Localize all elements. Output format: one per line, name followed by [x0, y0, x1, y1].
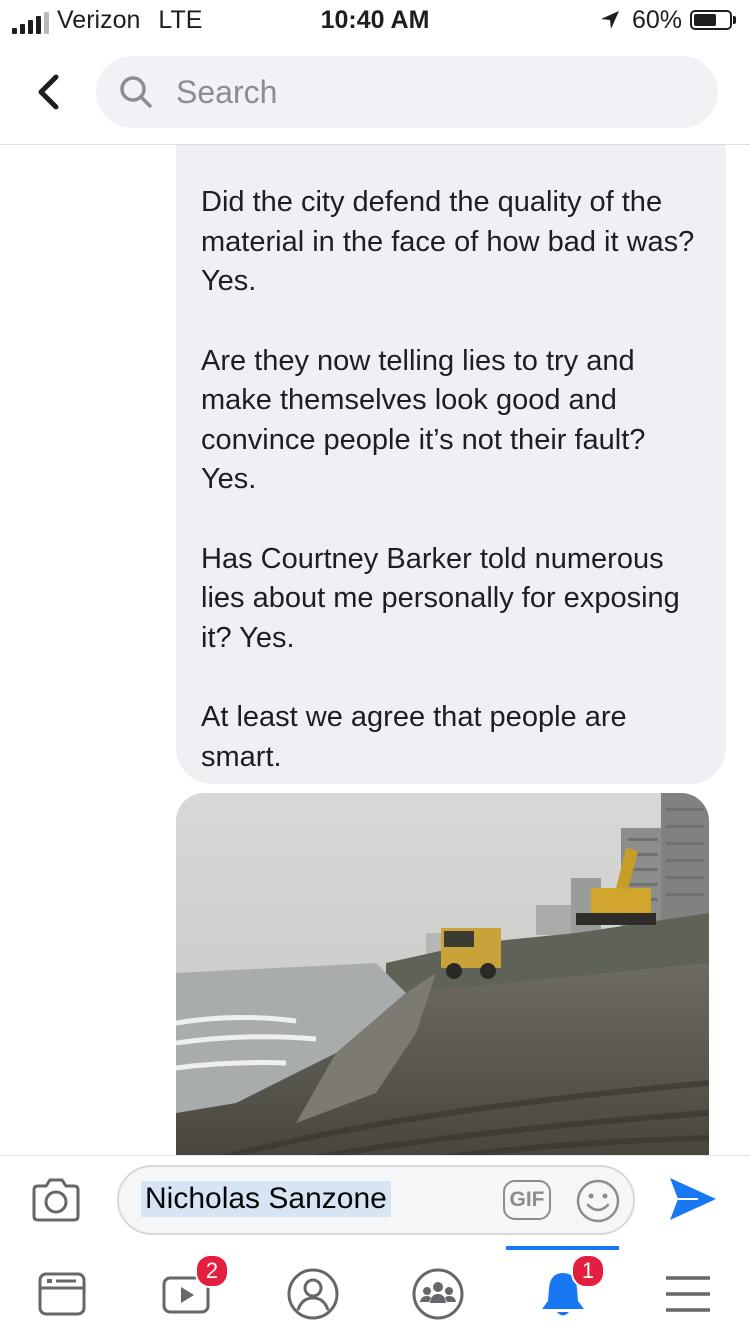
message-input-text[interactable]: Nicholas Sanzone: [141, 1181, 391, 1217]
search-icon: [120, 76, 152, 108]
message-thread[interactable]: Did the city defend the quality of the m…: [0, 145, 750, 1155]
smiley-icon: [576, 1179, 620, 1223]
emoji-button[interactable]: [575, 1178, 621, 1229]
battery-area: 60%: [600, 6, 736, 34]
tab-menu[interactable]: [658, 1264, 718, 1324]
search-input[interactable]: [174, 72, 658, 112]
chevron-left-icon: [38, 74, 59, 110]
message-bubble[interactable]: Did the city defend the quality of the m…: [176, 145, 726, 784]
message-paragraph: At least we agree that people are smart.: [201, 701, 627, 773]
message-paragraph: Has Courtney Barker told numerous lies a…: [201, 542, 680, 654]
beach-construction-photo[interactable]: [176, 793, 709, 1155]
back-button[interactable]: [22, 62, 74, 122]
battery-icon: [690, 10, 732, 30]
search-bar[interactable]: [96, 56, 718, 128]
gif-button[interactable]: GIF: [503, 1180, 551, 1220]
message-composer: Nicholas Sanzone GIF: [0, 1155, 750, 1246]
tab-watch[interactable]: 2: [157, 1254, 229, 1324]
tab-profile[interactable]: [283, 1264, 343, 1324]
camera-icon: [32, 1178, 80, 1222]
watch-badge: 2: [195, 1254, 229, 1288]
bottom-navigation: 2 1: [0, 1246, 750, 1334]
notifications-badge: 1: [571, 1254, 605, 1288]
message-input[interactable]: Nicholas Sanzone GIF: [117, 1165, 635, 1235]
news-feed-icon: [38, 1272, 86, 1316]
send-icon: [670, 1178, 716, 1220]
menu-icon: [666, 1276, 710, 1312]
status-bar: Verizon LTE 10:40 AM 60%: [0, 0, 750, 40]
camera-button[interactable]: [30, 1178, 82, 1227]
tab-news-feed[interactable]: [32, 1264, 92, 1324]
photo-image: [176, 793, 709, 1155]
message-paragraph: Are they now telling lies to try and mak…: [201, 344, 646, 496]
battery-percent: 60%: [631, 6, 682, 34]
send-button[interactable]: [668, 1176, 718, 1227]
profile-icon: [287, 1268, 339, 1320]
messenger-header: [0, 40, 750, 145]
groups-icon: [412, 1268, 464, 1320]
tab-groups[interactable]: [408, 1264, 468, 1324]
tab-notifications[interactable]: 1: [533, 1254, 605, 1324]
location-arrow-icon: [600, 11, 619, 29]
message-paragraph: Did the city defend the quality of the m…: [201, 186, 695, 297]
active-tab-indicator: [506, 1246, 619, 1250]
